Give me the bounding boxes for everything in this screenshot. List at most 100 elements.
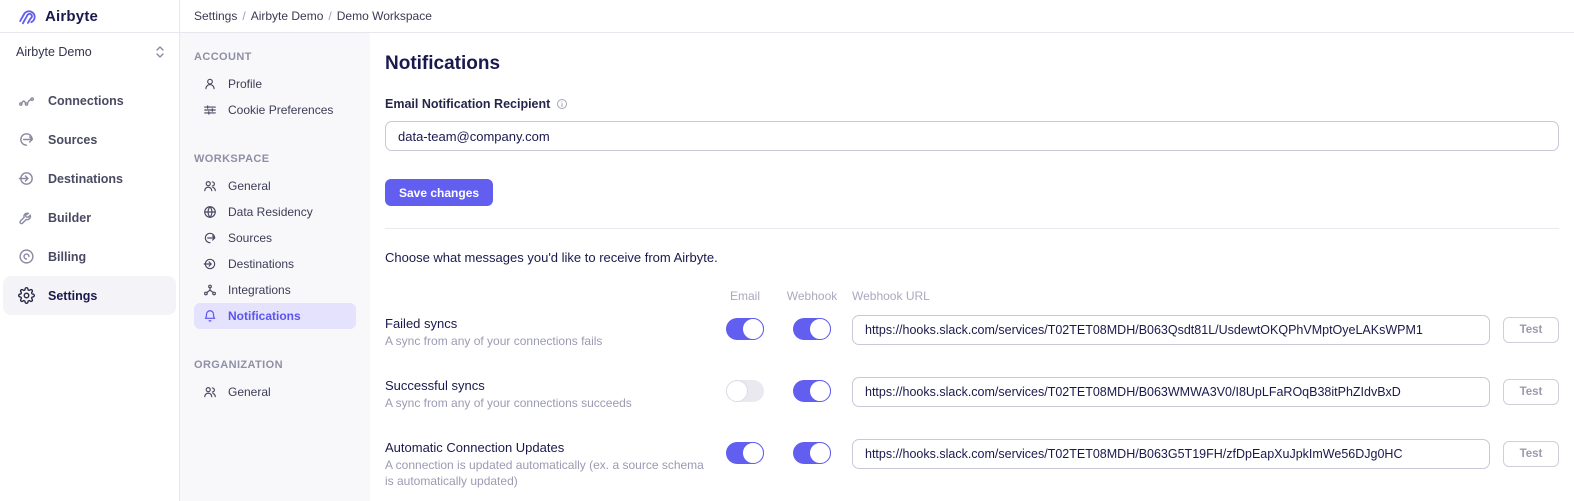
- toggle-knob: [742, 318, 764, 340]
- source-icon: [17, 131, 35, 148]
- workspace-name: Airbyte Demo: [16, 45, 92, 59]
- notification-row: Automatic Connection Updates A connectio…: [385, 439, 1559, 489]
- logo-row: Airbyte: [0, 0, 179, 33]
- notifications-table: Failed syncs A sync from any of your con…: [385, 303, 1559, 501]
- breadcrumb-item[interactable]: Demo Workspace: [337, 9, 432, 23]
- user-icon: [202, 77, 218, 91]
- email-recipient-input[interactable]: [385, 121, 1559, 151]
- toggle-knob: [809, 442, 831, 464]
- sidebar-item-label: Sources: [48, 133, 97, 147]
- section-divider: [385, 228, 1559, 229]
- settings-nav: ACCOUNT Profile: [180, 33, 370, 501]
- notification-description: A sync from any of your connections succ…: [385, 395, 712, 411]
- settings-section-title: ORGANIZATION: [194, 359, 356, 371]
- breadcrumb: Settings / Airbyte Demo / Demo Workspace: [194, 9, 432, 23]
- page-title: Notifications: [385, 53, 1559, 75]
- airbyte-logo-icon: [16, 5, 38, 27]
- globe-icon: [202, 205, 218, 219]
- source-icon: [202, 231, 218, 245]
- settings-nav-item-profile[interactable]: Profile: [194, 71, 356, 97]
- notifications-table-header: Email Webhook Webhook URL: [385, 289, 1559, 303]
- intro-text: Choose what messages you'd like to recei…: [385, 250, 1559, 265]
- test-button[interactable]: Test: [1503, 441, 1559, 467]
- airbyte-logo[interactable]: Airbyte: [16, 5, 98, 27]
- users-icon: [202, 385, 218, 399]
- column-header-webhook-url: Webhook URL: [852, 289, 930, 303]
- sidebar-item-label: Destinations: [48, 172, 123, 186]
- settings-nav-item-integrations[interactable]: Integrations: [194, 277, 356, 303]
- email-toggle[interactable]: [726, 442, 764, 464]
- webhook-toggle[interactable]: [793, 380, 831, 402]
- save-changes-button[interactable]: Save changes: [385, 179, 493, 206]
- breadcrumb-item[interactable]: Settings: [194, 9, 237, 23]
- gear-icon: [17, 287, 35, 304]
- notification-description: A sync from any of your connections fail…: [385, 333, 712, 349]
- sidebar-item-connections[interactable]: Connections: [3, 81, 176, 120]
- webhook-url-input[interactable]: [852, 315, 1490, 345]
- info-icon[interactable]: [556, 98, 568, 110]
- webhook-toggle[interactable]: [793, 318, 831, 340]
- settings-nav-label: Notifications: [228, 309, 301, 323]
- webhook-toggle[interactable]: [793, 442, 831, 464]
- settings-section-title: ACCOUNT: [194, 51, 356, 63]
- sliders-icon: [202, 103, 218, 117]
- settings-nav-label: Data Residency: [228, 205, 313, 219]
- top-bar: Settings / Airbyte Demo / Demo Workspace: [180, 0, 1574, 33]
- app-window: Airbyte Airbyte Demo Connections: [0, 0, 1574, 501]
- settings-nav-label: General: [228, 179, 271, 193]
- destination-icon: [17, 170, 35, 187]
- breadcrumb-separator: /: [242, 9, 245, 23]
- notification-title: Successful syncs: [385, 377, 712, 394]
- sidebar-item-settings[interactable]: Settings: [3, 276, 176, 315]
- webhook-url-input[interactable]: [852, 439, 1490, 469]
- notification-title: Automatic Connection Updates: [385, 439, 712, 456]
- webhook-url-input[interactable]: [852, 377, 1490, 407]
- workspace-selector[interactable]: Airbyte Demo: [0, 37, 179, 67]
- settings-nav-item-org-general[interactable]: General: [194, 379, 356, 405]
- sidebar-item-sources[interactable]: Sources: [3, 120, 176, 159]
- settings-nav-item-general[interactable]: General: [194, 173, 356, 199]
- email-toggle[interactable]: [726, 380, 764, 402]
- breadcrumb-item[interactable]: Airbyte Demo: [251, 9, 324, 23]
- settings-nav-label: Sources: [228, 231, 272, 245]
- bell-icon: [202, 309, 218, 323]
- wrench-icon: [17, 209, 35, 226]
- settings-nav-item-notifications[interactable]: Notifications: [194, 303, 356, 329]
- notifications-page: Notifications Email Notification Recipie…: [370, 33, 1574, 501]
- sidebar-item-label: Connections: [48, 94, 124, 108]
- notification-row: Successful syncs A sync from any of your…: [385, 377, 1559, 411]
- column-header-webhook: Webhook: [787, 289, 837, 303]
- sidebar-item-label: Builder: [48, 211, 91, 225]
- settings-nav-label: Integrations: [228, 283, 291, 297]
- settings-nav-label: Profile: [228, 77, 262, 91]
- toggle-knob: [809, 380, 831, 402]
- sidebar-item-billing[interactable]: Billing: [3, 237, 176, 276]
- settings-nav-item-data-residency[interactable]: Data Residency: [194, 199, 356, 225]
- sidebar-item-label: Billing: [48, 250, 86, 264]
- settings-nav-label: Cookie Preferences: [228, 103, 333, 117]
- test-button[interactable]: Test: [1503, 379, 1559, 405]
- sidebar-item-label: Settings: [48, 289, 97, 303]
- connections-icon: [17, 92, 35, 109]
- settings-nav-item-sources[interactable]: Sources: [194, 225, 356, 251]
- sidebar-nav: Connections Sources Destinations: [0, 81, 179, 315]
- settings-nav-item-destinations[interactable]: Destinations: [194, 251, 356, 277]
- settings-nav-label: General: [228, 385, 271, 399]
- notification-description: A connection is updated automatically (e…: [385, 457, 712, 489]
- email-toggle[interactable]: [726, 318, 764, 340]
- destination-icon: [202, 257, 218, 271]
- breadcrumb-separator: /: [328, 9, 331, 23]
- email-recipient-label: Email Notification Recipient: [385, 97, 550, 111]
- settings-nav-item-cookie-preferences[interactable]: Cookie Preferences: [194, 97, 356, 123]
- notification-row: Failed syncs A sync from any of your con…: [385, 315, 1559, 349]
- chevron-updown-icon: [155, 45, 165, 59]
- test-button[interactable]: Test: [1503, 317, 1559, 343]
- sidebar-item-destinations[interactable]: Destinations: [3, 159, 176, 198]
- toggle-knob: [726, 380, 748, 402]
- coin-icon: [17, 248, 35, 265]
- main-sidebar: Airbyte Airbyte Demo Connections: [0, 0, 180, 501]
- notification-title: Failed syncs: [385, 315, 712, 332]
- sidebar-item-builder[interactable]: Builder: [3, 198, 176, 237]
- brand-name: Airbyte: [45, 8, 98, 25]
- toggle-knob: [809, 318, 831, 340]
